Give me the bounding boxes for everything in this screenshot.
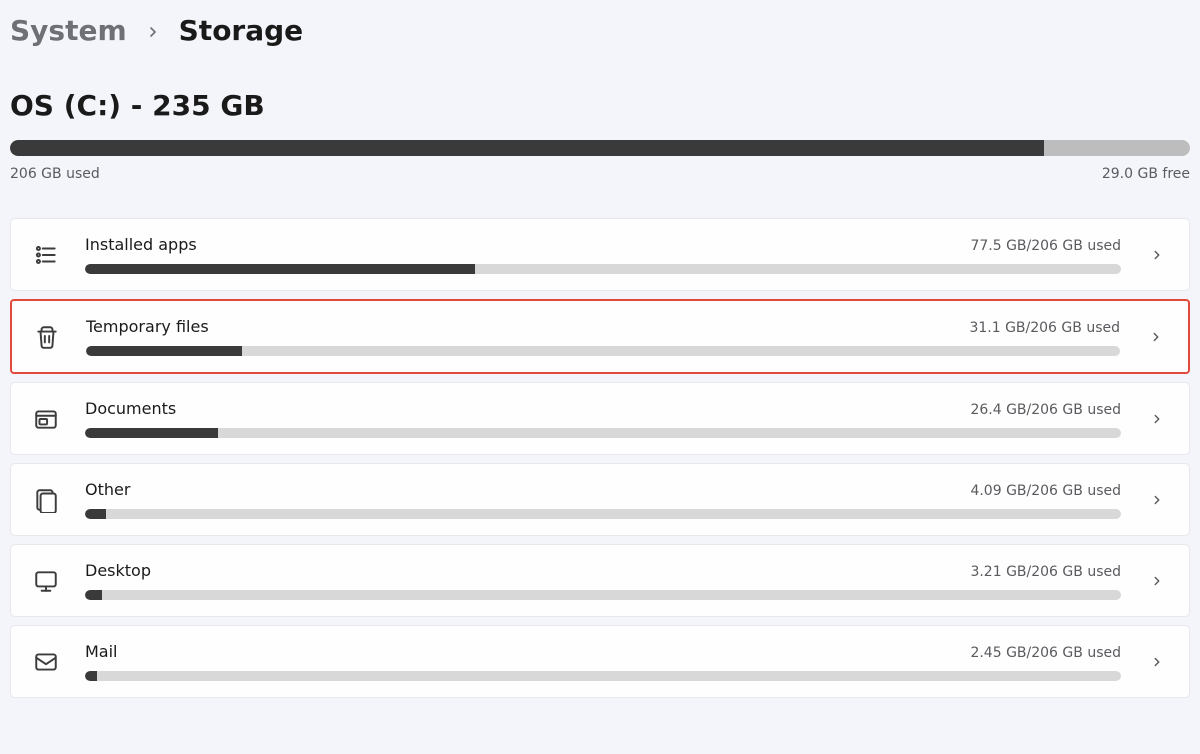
category-row-installed-apps[interactable]: Installed apps 77.5 GB/206 GB used: [10, 218, 1190, 291]
category-bar: [85, 590, 1121, 600]
storage-category-list: Installed apps 77.5 GB/206 GB used Tempor…: [10, 218, 1190, 698]
category-row-other[interactable]: Other 4.09 GB/206 GB used: [10, 463, 1190, 536]
category-label: Mail: [85, 642, 118, 661]
category-bar-fill: [85, 509, 106, 519]
category-bar: [86, 346, 1120, 356]
category-bar: [85, 671, 1121, 681]
category-usage: 31.1 GB/206 GB used: [969, 320, 1120, 336]
category-body: Desktop 3.21 GB/206 GB used: [85, 561, 1121, 600]
category-row-temporary-files[interactable]: Temporary files 31.1 GB/206 GB used: [10, 299, 1190, 374]
chevron-right-icon: [1147, 574, 1167, 588]
category-label: Temporary files: [86, 317, 209, 336]
category-label: Desktop: [85, 561, 151, 580]
chevron-right-icon: [1147, 493, 1167, 507]
category-usage: 26.4 GB/206 GB used: [970, 402, 1121, 418]
breadcrumb: System Storage: [10, 14, 1190, 47]
category-bar-fill: [85, 590, 102, 600]
chevron-right-icon: [1147, 248, 1167, 262]
category-usage: 3.21 GB/206 GB used: [970, 564, 1121, 580]
category-bar-fill: [85, 428, 218, 438]
category-usage: 2.45 GB/206 GB used: [970, 645, 1121, 661]
chevron-right-icon: [145, 14, 161, 47]
category-bar: [85, 264, 1121, 274]
mail-icon: [33, 649, 59, 675]
drive-used-label: 206 GB used: [10, 166, 100, 182]
category-row-mail[interactable]: Mail 2.45 GB/206 GB used: [10, 625, 1190, 698]
chevron-right-icon: [1147, 655, 1167, 669]
category-bar: [85, 428, 1121, 438]
drive-usage-fill: [10, 140, 1044, 156]
category-bar: [85, 509, 1121, 519]
category-usage: 77.5 GB/206 GB used: [970, 238, 1121, 254]
category-body: Temporary files 31.1 GB/206 GB used: [86, 317, 1120, 356]
trash-icon: [34, 324, 60, 350]
category-row-desktop[interactable]: Desktop 3.21 GB/206 GB used: [10, 544, 1190, 617]
drive-caption: 206 GB used 29.0 GB free: [10, 166, 1190, 182]
category-body: Documents 26.4 GB/206 GB used: [85, 399, 1121, 438]
category-bar-fill: [85, 671, 97, 681]
desktop-icon: [33, 568, 59, 594]
chevron-right-icon: [1147, 412, 1167, 426]
category-bar-fill: [86, 346, 242, 356]
category-body: Mail 2.45 GB/206 GB used: [85, 642, 1121, 681]
breadcrumb-parent[interactable]: System: [10, 14, 127, 47]
drive-usage-bar: [10, 140, 1190, 156]
category-bar-fill: [85, 264, 475, 274]
category-label: Installed apps: [85, 235, 197, 254]
category-body: Installed apps 77.5 GB/206 GB used: [85, 235, 1121, 274]
category-label: Documents: [85, 399, 176, 418]
drive-free-label: 29.0 GB free: [1102, 166, 1190, 182]
apps-icon: [33, 242, 59, 268]
breadcrumb-current: Storage: [179, 14, 304, 47]
category-row-documents[interactable]: Documents 26.4 GB/206 GB used: [10, 382, 1190, 455]
category-usage: 4.09 GB/206 GB used: [970, 483, 1121, 499]
category-body: Other 4.09 GB/206 GB used: [85, 480, 1121, 519]
chevron-right-icon: [1146, 330, 1166, 344]
category-label: Other: [85, 480, 130, 499]
other-icon: [33, 487, 59, 513]
document-icon: [33, 406, 59, 432]
drive-title: OS (C:) - 235 GB: [10, 89, 1190, 122]
